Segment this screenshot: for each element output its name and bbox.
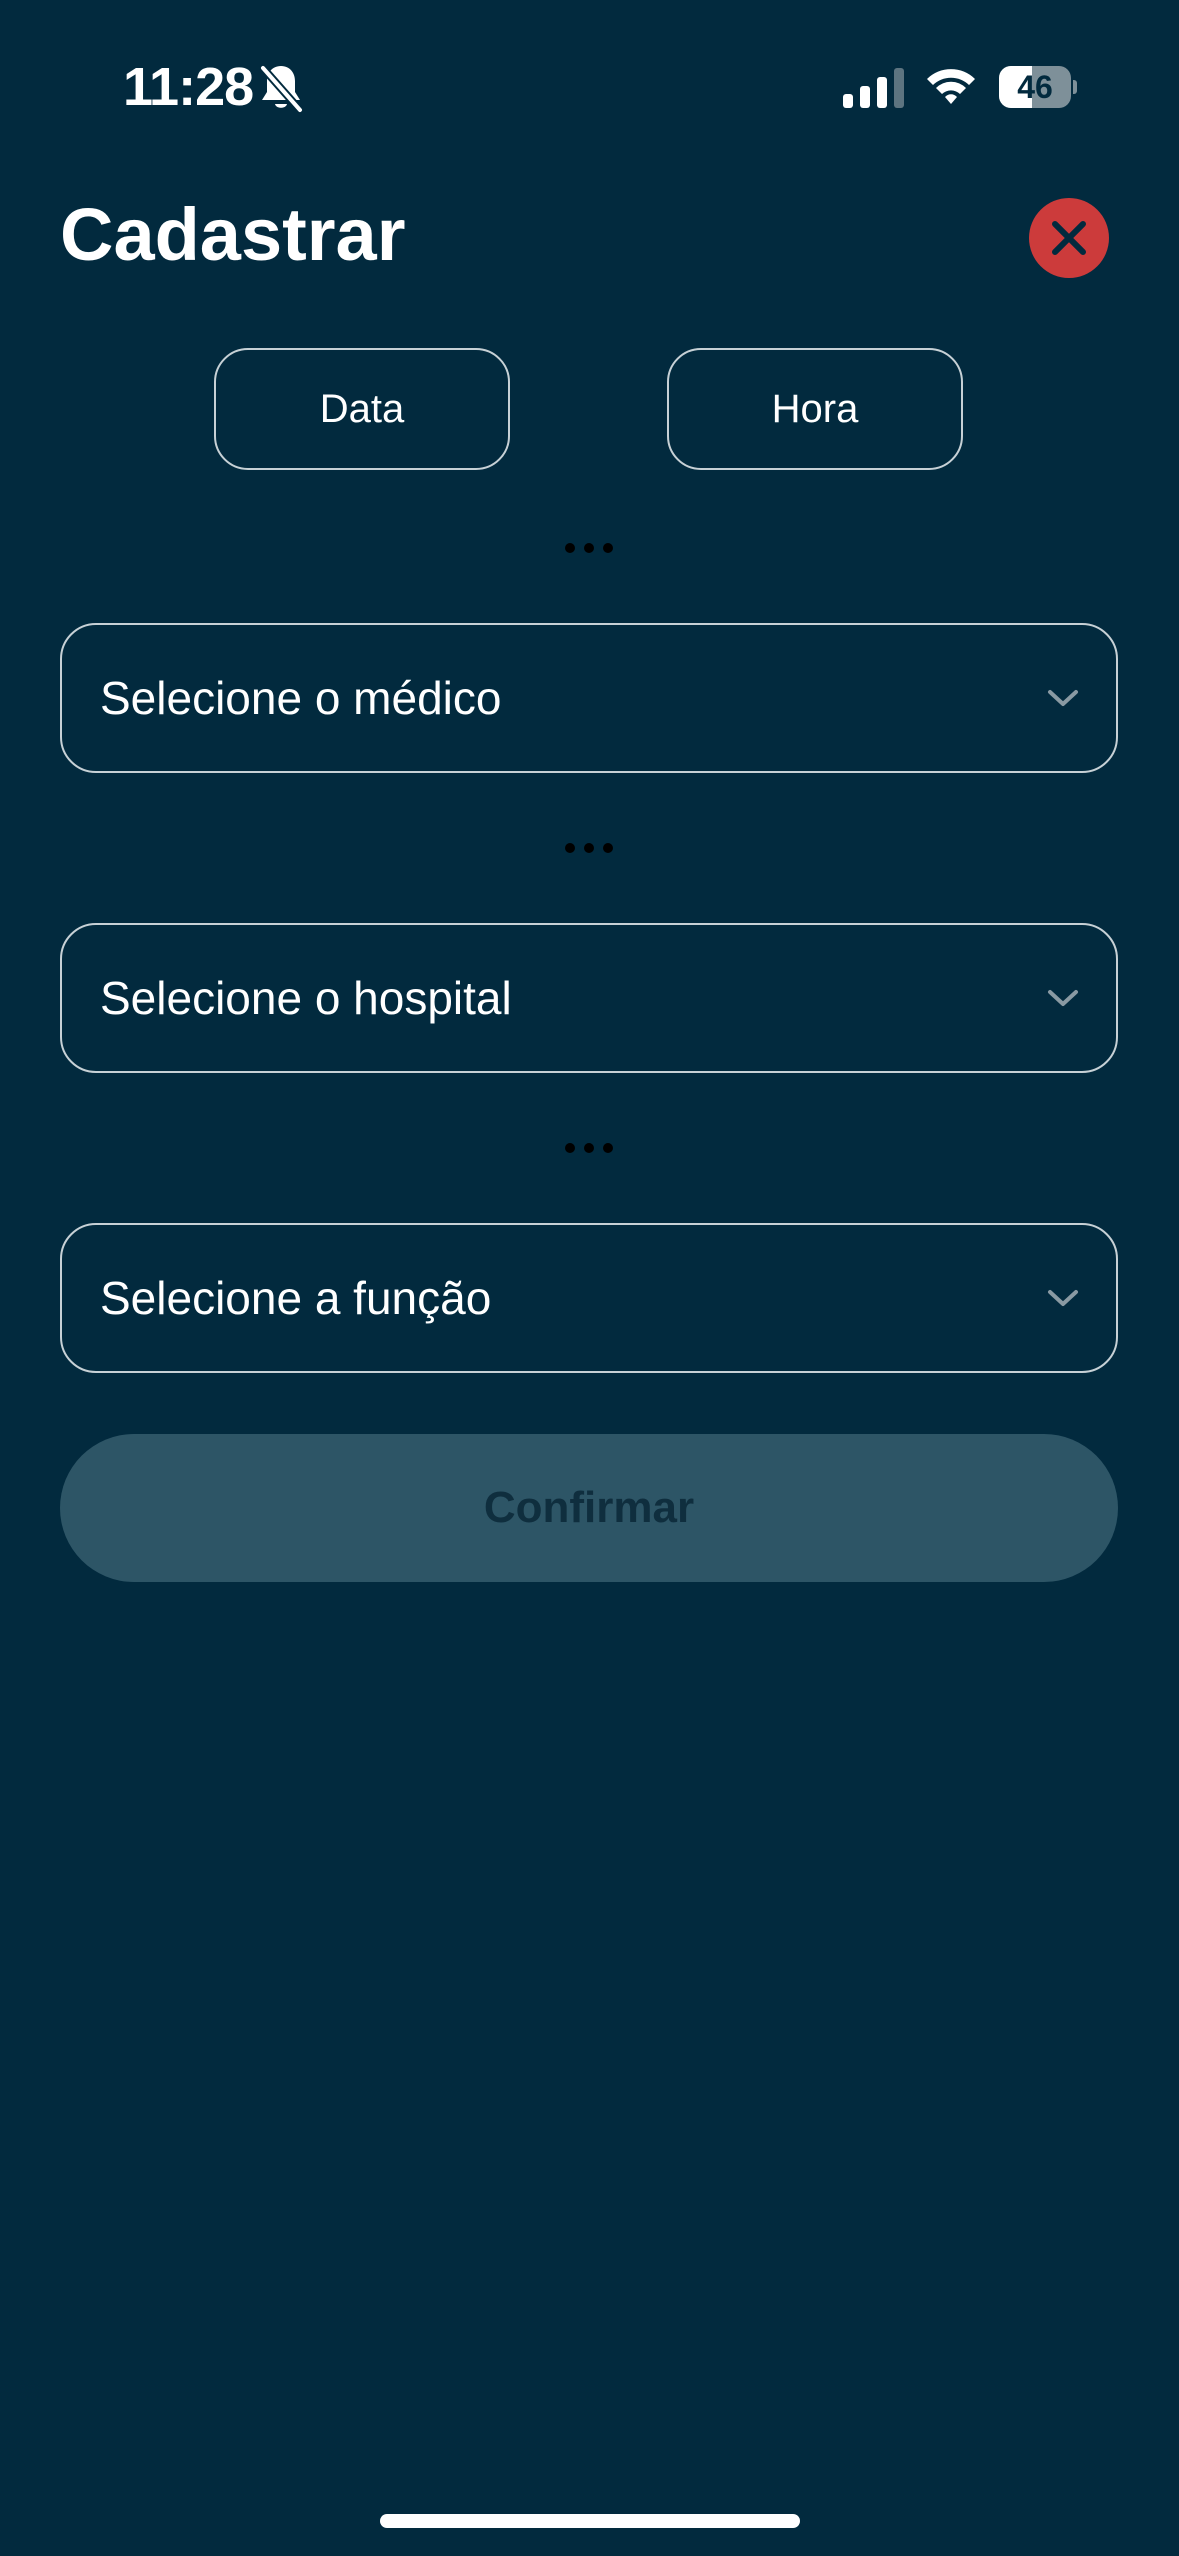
close-button[interactable] [1029, 198, 1109, 278]
bell-slash-icon [258, 62, 304, 114]
wifi-icon [925, 64, 977, 108]
chevron-down-icon [1048, 690, 1078, 706]
doctor-select[interactable]: Selecione o médico [60, 623, 1118, 773]
role-select[interactable]: Selecione a função [60, 1223, 1118, 1373]
role-select-label: Selecione a função [100, 1272, 492, 1324]
hospital-select-label: Selecione o hospital [100, 972, 512, 1024]
time-button[interactable]: Hora [667, 348, 963, 470]
status-time: 11:28 [123, 57, 254, 117]
close-icon [1052, 221, 1086, 255]
separator-dots [565, 1142, 613, 1154]
page-title: Cadastrar [60, 193, 406, 276]
home-indicator[interactable] [380, 2514, 800, 2528]
hospital-select[interactable]: Selecione o hospital [60, 923, 1118, 1073]
chevron-down-icon [1048, 990, 1078, 1006]
signal-icon [843, 68, 905, 108]
confirm-button[interactable]: Confirmar [60, 1434, 1118, 1582]
chevron-down-icon [1048, 1290, 1078, 1306]
separator-dots [565, 842, 613, 854]
date-button[interactable]: Data [214, 348, 510, 470]
separator-dots [565, 542, 613, 554]
battery-icon: 46 [999, 66, 1077, 108]
battery-level: 46 [1017, 69, 1053, 105]
doctor-select-label: Selecione o médico [100, 672, 502, 724]
